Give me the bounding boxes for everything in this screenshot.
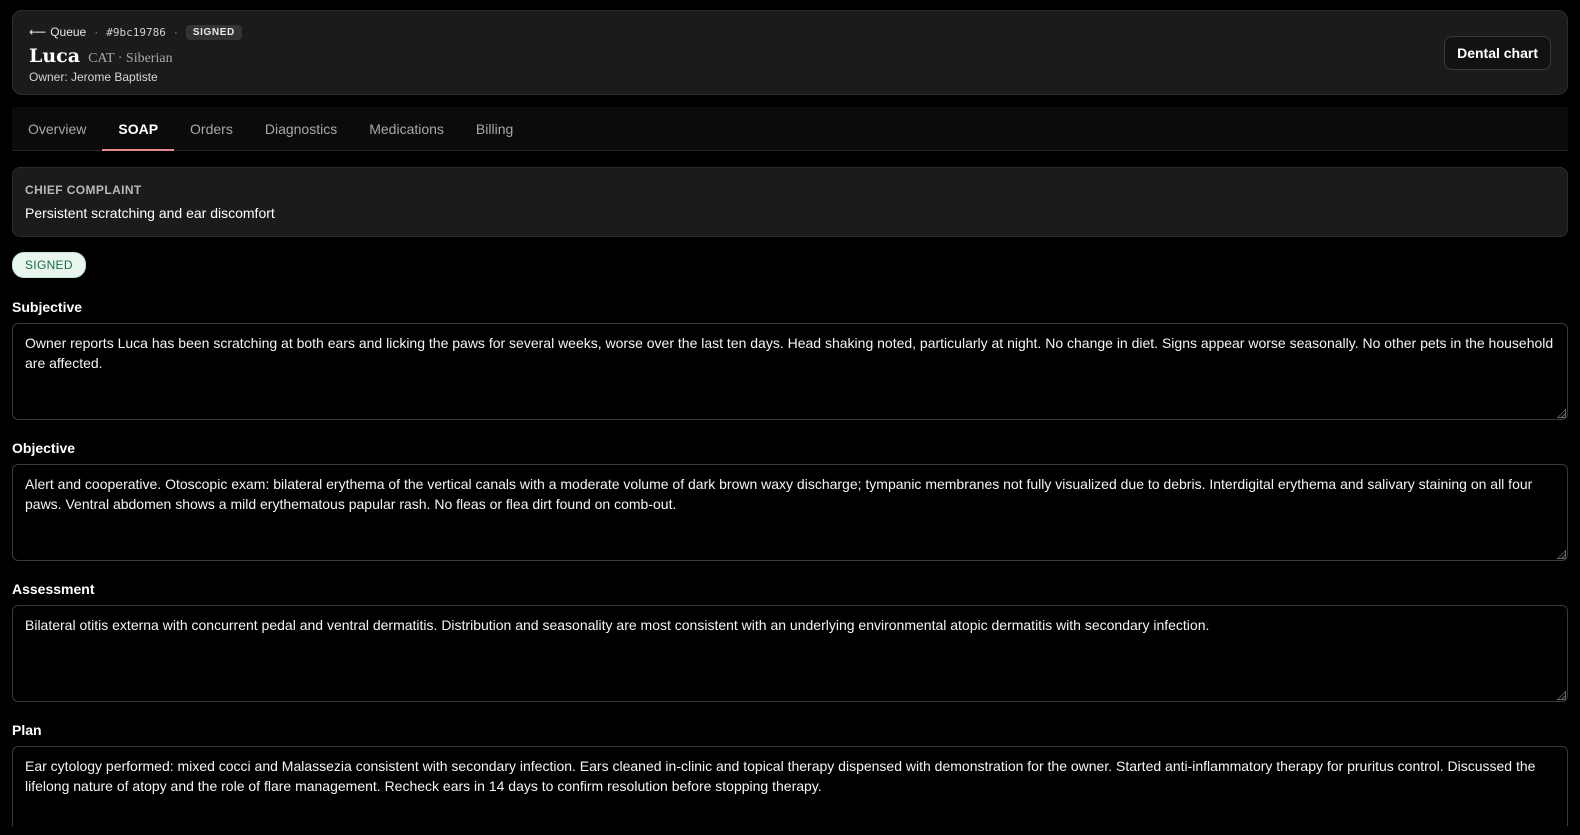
- tab-orders[interactable]: Orders: [174, 107, 249, 150]
- plan-label: Plan: [12, 722, 42, 738]
- objective-label: Objective: [12, 440, 76, 456]
- assessment-text: Bilateral otitis externa with concurrent…: [25, 617, 1210, 633]
- subjective-text: Owner reports Luca has been scratching a…: [25, 335, 1554, 371]
- chief-complaint-text: Persistent scratching and ear discomfort: [25, 205, 275, 221]
- tab-soap[interactable]: SOAP: [102, 107, 174, 151]
- plan-textarea[interactable]: Ear cytology performed: mixed cocci and …: [12, 746, 1568, 826]
- status-badge: SIGNED: [185, 24, 242, 40]
- pet-species: CAT · Siberian: [88, 51, 173, 66]
- resize-grip-icon[interactable]: [1557, 691, 1566, 700]
- breadcrumb-separator: ·: [94, 25, 99, 39]
- assessment-textarea[interactable]: Bilateral otitis externa with concurrent…: [12, 605, 1568, 702]
- tab-overview[interactable]: Overview: [12, 107, 102, 150]
- back-to-queue-link[interactable]: ⟵ Queue: [29, 25, 86, 39]
- tab-diagnostics[interactable]: Diagnostics: [249, 107, 353, 150]
- back-label: Queue: [50, 25, 87, 39]
- patient-header: ⟵ Queue · #9bc19786 · SIGNED Luca CAT · …: [12, 10, 1568, 95]
- chief-complaint-card: CHIEF COMPLAINT Persistent scratching an…: [12, 167, 1568, 237]
- owner-name: Owner: Jerome Baptiste: [29, 70, 158, 84]
- objective-textarea[interactable]: Alert and cooperative. Otoscopic exam: b…: [12, 464, 1568, 561]
- dental-chart-button[interactable]: Dental chart: [1444, 36, 1551, 70]
- resize-grip-icon[interactable]: [1557, 550, 1566, 559]
- signed-status-pill: SIGNED: [12, 252, 86, 278]
- tab-medications[interactable]: Medications: [353, 107, 460, 150]
- tab-billing[interactable]: Billing: [460, 107, 529, 150]
- chief-complaint-label: CHIEF COMPLAINT: [25, 183, 142, 197]
- page: ⟵ Queue · #9bc19786 · SIGNED Luca CAT · …: [0, 0, 1580, 835]
- breadcrumb: ⟵ Queue · #9bc19786 · SIGNED: [29, 23, 1551, 41]
- subjective-textarea[interactable]: Owner reports Luca has been scratching a…: [12, 323, 1568, 420]
- back-arrow-icon: ⟵: [29, 25, 47, 39]
- pet-title: Luca CAT · Siberian: [29, 45, 1551, 67]
- breadcrumb-separator: ·: [173, 25, 178, 39]
- pet-name: Luca: [29, 45, 81, 67]
- objective-text: Alert and cooperative. Otoscopic exam: b…: [25, 476, 1533, 512]
- tab-bar: Overview SOAP Orders Diagnostics Medicat…: [12, 107, 1568, 151]
- record-id: #9bc19786: [106, 25, 166, 39]
- resize-grip-icon[interactable]: [1557, 409, 1566, 418]
- assessment-label: Assessment: [12, 581, 95, 597]
- plan-text: Ear cytology performed: mixed cocci and …: [25, 758, 1536, 794]
- subjective-label: Subjective: [12, 299, 83, 315]
